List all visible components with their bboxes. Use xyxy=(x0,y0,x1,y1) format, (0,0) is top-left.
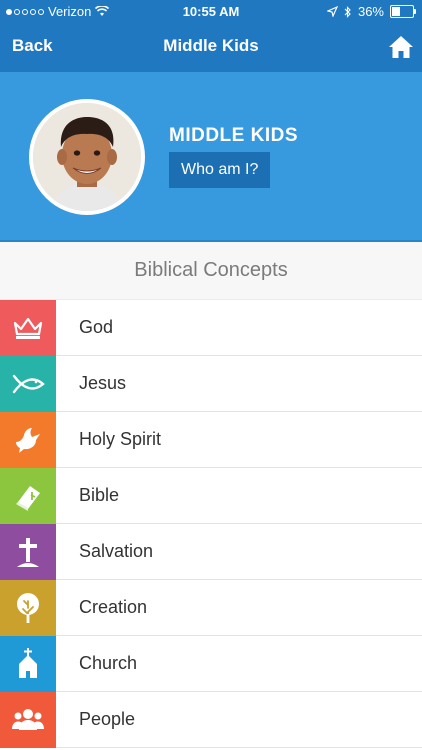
list-item-label: People xyxy=(79,709,136,729)
bluetooth-icon xyxy=(344,5,351,18)
concept-list: God Jesus Holy Spirit Bible Salvation Cr… xyxy=(0,299,422,748)
list-item-creation[interactable]: Creation xyxy=(0,579,422,636)
list-item-church[interactable]: Church xyxy=(0,635,422,692)
page-title: Middle Kids xyxy=(163,36,259,55)
profile-header: MIDDLE KIDS Who am I? xyxy=(0,72,422,242)
tile-church xyxy=(0,635,56,692)
battery-fill xyxy=(392,7,400,16)
location-arrow-icon xyxy=(326,6,338,17)
fish-icon xyxy=(12,374,45,393)
tile-bible xyxy=(0,467,56,524)
battery-percent: 36% xyxy=(357,4,384,19)
child-portrait-icon xyxy=(33,103,141,211)
list-item-label: God xyxy=(79,317,114,337)
list-item-people[interactable]: People xyxy=(0,691,422,748)
profile-name: MIDDLE KIDS xyxy=(169,125,298,146)
status-bar: Verizon 10:55 AM 36% xyxy=(0,0,422,22)
list-item-salvation[interactable]: Salvation xyxy=(0,523,422,580)
list-item-label: Creation xyxy=(79,597,148,617)
tile-holy-spirit xyxy=(0,411,56,468)
tile-people xyxy=(0,691,56,748)
dove-icon xyxy=(16,427,40,453)
tile-creation xyxy=(0,579,56,636)
church-icon xyxy=(19,647,37,678)
avatar xyxy=(29,99,145,215)
list-item-label: Jesus xyxy=(79,373,127,393)
crown-icon xyxy=(13,317,43,339)
navigation-bar: Back Middle Kids xyxy=(0,22,422,72)
tile-jesus xyxy=(0,355,56,412)
status-right: 36% xyxy=(326,4,416,19)
list-item-label: Church xyxy=(79,653,138,673)
people-icon xyxy=(12,708,44,730)
home-icon[interactable] xyxy=(388,34,414,60)
section-title: Biblical Concepts xyxy=(0,242,422,300)
list-item-label: Holy Spirit xyxy=(79,429,162,449)
back-button[interactable]: Back xyxy=(12,36,53,56)
list-item-label: Salvation xyxy=(79,541,154,561)
tree-icon xyxy=(17,592,39,624)
tile-salvation xyxy=(0,523,56,580)
battery-icon xyxy=(390,5,416,18)
who-am-i-button[interactable]: Who am I? xyxy=(169,152,271,188)
list-item-label: Bible xyxy=(79,485,120,505)
bible-icon xyxy=(16,485,40,511)
list-item-jesus[interactable]: Jesus xyxy=(0,355,422,412)
tile-god xyxy=(0,299,56,356)
list-item-bible[interactable]: Bible xyxy=(0,467,422,524)
list-item-god[interactable]: God xyxy=(0,299,422,356)
list-item-holy-spirit[interactable]: Holy Spirit xyxy=(0,411,422,468)
cross-icon xyxy=(17,537,39,567)
